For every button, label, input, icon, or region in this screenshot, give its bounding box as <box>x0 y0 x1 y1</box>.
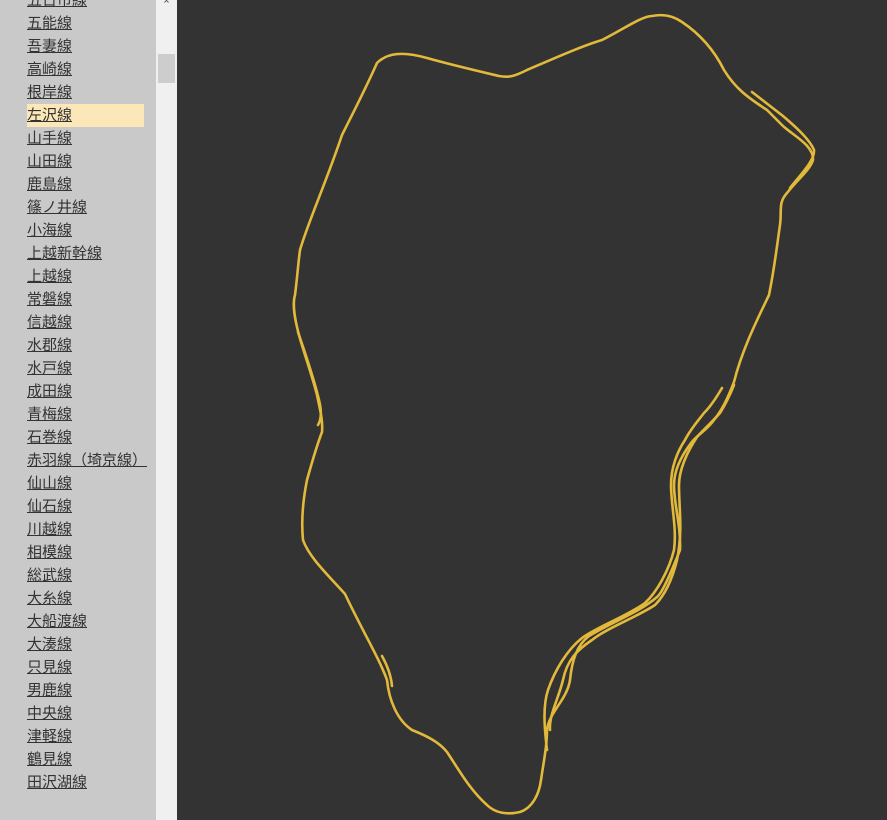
line-list-item[interactable]: 五日市線 <box>27 0 144 12</box>
line-link[interactable]: 信越線 <box>27 313 72 331</box>
line-list-item[interactable]: 山田線 <box>27 150 144 173</box>
line-list-item[interactable]: 男鹿線 <box>27 679 144 702</box>
line-link[interactable]: 山田線 <box>27 152 72 170</box>
line-list-item[interactable]: 相模線 <box>27 541 144 564</box>
line-link[interactable]: 川越線 <box>27 520 72 538</box>
line-link[interactable]: 鹿島線 <box>27 175 72 193</box>
line-link[interactable]: 山手線 <box>27 129 72 147</box>
line-link[interactable]: 津軽線 <box>27 727 72 745</box>
line-list-item[interactable]: 大湊線 <box>27 633 144 656</box>
line-link[interactable]: 赤羽線（埼京線） <box>27 451 147 469</box>
line-list-item[interactable]: 大船渡線 <box>27 610 144 633</box>
line-link[interactable]: 大糸線 <box>27 589 72 607</box>
line-link[interactable]: 小海線 <box>27 221 72 239</box>
line-list-item[interactable]: 鶴見線 <box>27 748 144 771</box>
line-list-item[interactable]: 高崎線 <box>27 58 144 81</box>
line-link[interactable]: 石巻線 <box>27 428 72 446</box>
line-link[interactable]: 青梅線 <box>27 405 72 423</box>
line-list-item[interactable]: 山手線 <box>27 127 144 150</box>
line-list-item[interactable]: 仙石線 <box>27 495 144 518</box>
line-link[interactable]: 成田線 <box>27 382 72 400</box>
line-list-item[interactable]: 根岸線 <box>27 81 144 104</box>
line-list-item[interactable]: 五能線 <box>27 12 144 35</box>
line-list-item[interactable]: 青梅線 <box>27 403 144 426</box>
line-link[interactable]: 水郡線 <box>27 336 72 354</box>
sidebar-scrollbar[interactable]: ⌃ <box>156 0 177 820</box>
line-link[interactable]: 根岸線 <box>27 83 72 101</box>
line-list-item[interactable]: 水戸線 <box>27 357 144 380</box>
scrollbar-thumb[interactable] <box>158 54 175 83</box>
line-list-item[interactable]: 信越線 <box>27 311 144 334</box>
line-link[interactable]: 五日市線 <box>27 0 87 9</box>
line-list-panel: 五日市線五能線吾妻線高崎線根岸線左沢線山手線山田線鹿島線篠ノ井線小海線上越新幹線… <box>0 0 156 820</box>
route-map-canvas <box>292 13 816 815</box>
line-link[interactable]: 常磐線 <box>27 290 72 308</box>
line-list-item[interactable]: 鹿島線 <box>27 173 144 196</box>
line-list-item[interactable]: 石巻線 <box>27 426 144 449</box>
line-link[interactable]: 左沢線 <box>27 106 72 124</box>
line-list-item[interactable]: 中央線 <box>27 702 144 725</box>
line-list-item[interactable]: 川越線 <box>27 518 144 541</box>
line-list-item[interactable]: 仙山線 <box>27 472 144 495</box>
line-link[interactable]: 男鹿線 <box>27 681 72 699</box>
route-path-left-parallel <box>296 330 323 427</box>
line-list-item[interactable]: 吾妻線 <box>27 35 144 58</box>
app-window: 五日市線五能線吾妻線高崎線根岸線左沢線山手線山田線鹿島線篠ノ井線小海線上越新幹線… <box>0 0 887 820</box>
line-list-item[interactable]: 総武線 <box>27 564 144 587</box>
line-link[interactable]: 大湊線 <box>27 635 72 653</box>
line-list-item[interactable]: 小海線 <box>27 219 144 242</box>
line-list-item[interactable]: 田沢湖線 <box>27 771 144 794</box>
line-link[interactable]: 上越線 <box>27 267 72 285</box>
line-link[interactable]: 高崎線 <box>27 60 72 78</box>
line-link[interactable]: 相模線 <box>27 543 72 561</box>
line-list-item[interactable]: 水郡線 <box>27 334 144 357</box>
line-link[interactable]: 田沢湖線 <box>27 773 87 791</box>
line-list-item[interactable]: 上越新幹線 <box>27 242 144 265</box>
line-list-item[interactable]: 上越線 <box>27 265 144 288</box>
line-link[interactable]: 総武線 <box>27 566 72 584</box>
line-link[interactable]: 中央線 <box>27 704 72 722</box>
chevron-up-icon[interactable]: ⌃ <box>156 0 177 12</box>
line-list-item[interactable]: 只見線 <box>27 656 144 679</box>
line-list: 五日市線五能線吾妻線高崎線根岸線左沢線山手線山田線鹿島線篠ノ井線小海線上越新幹線… <box>0 0 156 794</box>
line-link[interactable]: 篠ノ井線 <box>27 198 87 216</box>
line-link[interactable]: 水戸線 <box>27 359 72 377</box>
route-map[interactable] <box>177 0 887 820</box>
yamanote-route <box>292 13 816 815</box>
line-link[interactable]: 大船渡線 <box>27 612 87 630</box>
route-path-right-parallel-b <box>548 383 736 732</box>
route-path-main <box>292 13 815 815</box>
line-list-item[interactable]: 篠ノ井線 <box>27 196 144 219</box>
line-link[interactable]: 鶴見線 <box>27 750 72 768</box>
line-list-item[interactable]: 赤羽線（埼京線） <box>27 449 147 472</box>
line-list-item[interactable]: 左沢線 <box>27 104 144 127</box>
line-list-item[interactable]: 常磐線 <box>27 288 144 311</box>
route-path-right-parallel-a <box>543 386 724 752</box>
line-link[interactable]: 上越新幹線 <box>27 244 102 262</box>
line-link[interactable]: 只見線 <box>27 658 72 676</box>
line-link[interactable]: 仙石線 <box>27 497 72 515</box>
line-link[interactable]: 仙山線 <box>27 474 72 492</box>
line-list-item[interactable]: 大糸線 <box>27 587 144 610</box>
line-list-item[interactable]: 成田線 <box>27 380 144 403</box>
line-link[interactable]: 吾妻線 <box>27 37 72 55</box>
line-link[interactable]: 五能線 <box>27 14 72 32</box>
line-list-item[interactable]: 津軽線 <box>27 725 144 748</box>
